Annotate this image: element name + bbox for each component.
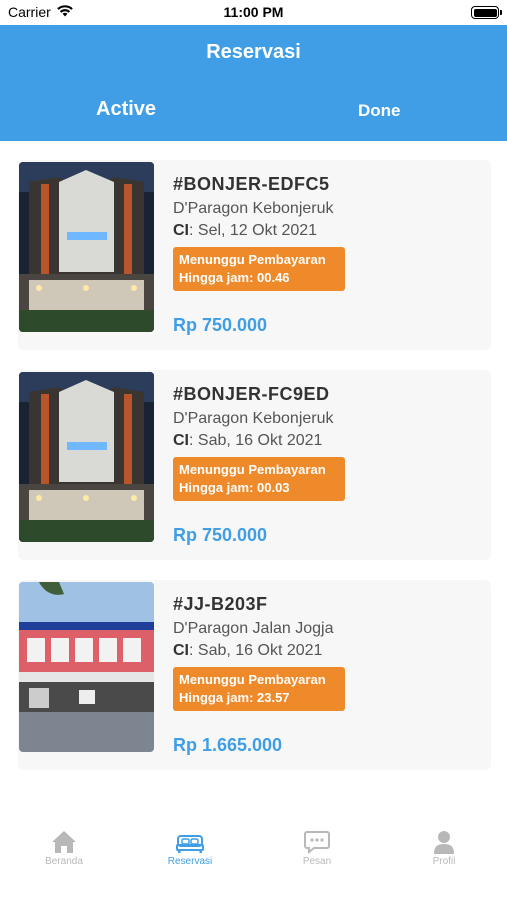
hotel-name: D'Paragon Jalan Jogja: [173, 620, 334, 637]
status-time: 11:00 PM: [223, 4, 284, 20]
checkin-label: CI: [173, 432, 189, 449]
home-icon: [14, 828, 114, 854]
header: Reservasi Active Done: [0, 25, 507, 141]
tab-label: Beranda: [45, 856, 83, 867]
deadline-text: Hingga jam: 23.57: [179, 690, 290, 705]
person-icon: [394, 828, 494, 854]
checkin-value: : Sel, 12 Okt 2021: [189, 222, 318, 239]
tab-active[interactable]: Active: [96, 98, 156, 121]
hotel-name: D'Paragon Kebonjeruk: [173, 410, 334, 427]
status-text: Menunggu Pembayaran: [179, 252, 326, 267]
price: Rp 750.000: [173, 315, 268, 335]
checkin-date: CI: Sab, 16 Okt 2021: [173, 432, 481, 453]
tab-label: Pesan: [302, 856, 332, 867]
checkin-label: CI: [173, 642, 189, 659]
hotel-photo: [19, 162, 154, 332]
tab-beranda[interactable]: Beranda: [14, 828, 114, 867]
tab-label: Reservasi: [167, 856, 213, 867]
reservation-info: #JJ-B203F D'Paragon Jalan Jogja CI: Sab,…: [173, 594, 481, 711]
status-badge: Menunggu Pembayaran Hingga jam: 23.57: [173, 667, 345, 711]
reservation-list: #BONJER-EDFC5 D'Paragon Kebonjeruk CI: S…: [18, 160, 491, 790]
screen: Carrier 11:00 PM Reservasi Active Done #…: [0, 0, 507, 900]
hotel-photo: [19, 372, 154, 542]
status-text: Menunggu Pembayaran: [179, 672, 326, 687]
bed-icon: [140, 828, 240, 854]
checkin-value: : Sab, 16 Okt 2021: [189, 642, 323, 659]
booking-code: #BONJER-FC9ED: [173, 384, 330, 404]
booking-code: #JJ-B203F: [173, 594, 268, 614]
price: Rp 1.665.000: [173, 735, 283, 755]
bottom-tab-bar: Beranda Reservasi Pesan Profil: [0, 816, 507, 900]
status-bar: Carrier 11:00 PM: [0, 0, 507, 25]
tab-reservasi[interactable]: Reservasi: [140, 828, 240, 867]
reservation-card[interactable]: #JJ-B203F D'Paragon Jalan Jogja CI: Sab,…: [18, 580, 491, 770]
checkin-label: CI: [173, 222, 189, 239]
checkin-value: : Sab, 16 Okt 2021: [189, 432, 323, 449]
checkin-date: CI: Sel, 12 Okt 2021: [173, 222, 481, 243]
deadline-text: Hingga jam: 00.46: [179, 270, 290, 285]
chat-icon: [267, 828, 367, 854]
battery-icon: [471, 6, 502, 19]
reservation-info: #BONJER-EDFC5 D'Paragon Kebonjeruk CI: S…: [173, 174, 481, 291]
checkin-date: CI: Sab, 16 Okt 2021: [173, 642, 481, 663]
tab-profil[interactable]: Profil: [394, 828, 494, 867]
status-badge: Menunggu Pembayaran Hingga jam: 00.46: [173, 247, 345, 291]
tab-label: Profil: [432, 856, 456, 867]
price: Rp 750.000: [173, 525, 268, 545]
page-title: Reservasi: [206, 41, 301, 63]
reservation-info: #BONJER-FC9ED D'Paragon Kebonjeruk CI: S…: [173, 384, 481, 501]
tab-pesan[interactable]: Pesan: [267, 828, 367, 867]
status-text: Menunggu Pembayaran: [179, 462, 326, 477]
hotel-photo: [19, 582, 154, 752]
tab-done[interactable]: Done: [358, 101, 401, 121]
booking-code: #BONJER-EDFC5: [173, 174, 330, 194]
reservation-card[interactable]: #BONJER-FC9ED D'Paragon Kebonjeruk CI: S…: [18, 370, 491, 560]
status-badge: Menunggu Pembayaran Hingga jam: 00.03: [173, 457, 345, 501]
hotel-name: D'Paragon Kebonjeruk: [173, 200, 334, 217]
deadline-text: Hingga jam: 00.03: [179, 480, 290, 495]
reservation-card[interactable]: #BONJER-EDFC5 D'Paragon Kebonjeruk CI: S…: [18, 160, 491, 350]
